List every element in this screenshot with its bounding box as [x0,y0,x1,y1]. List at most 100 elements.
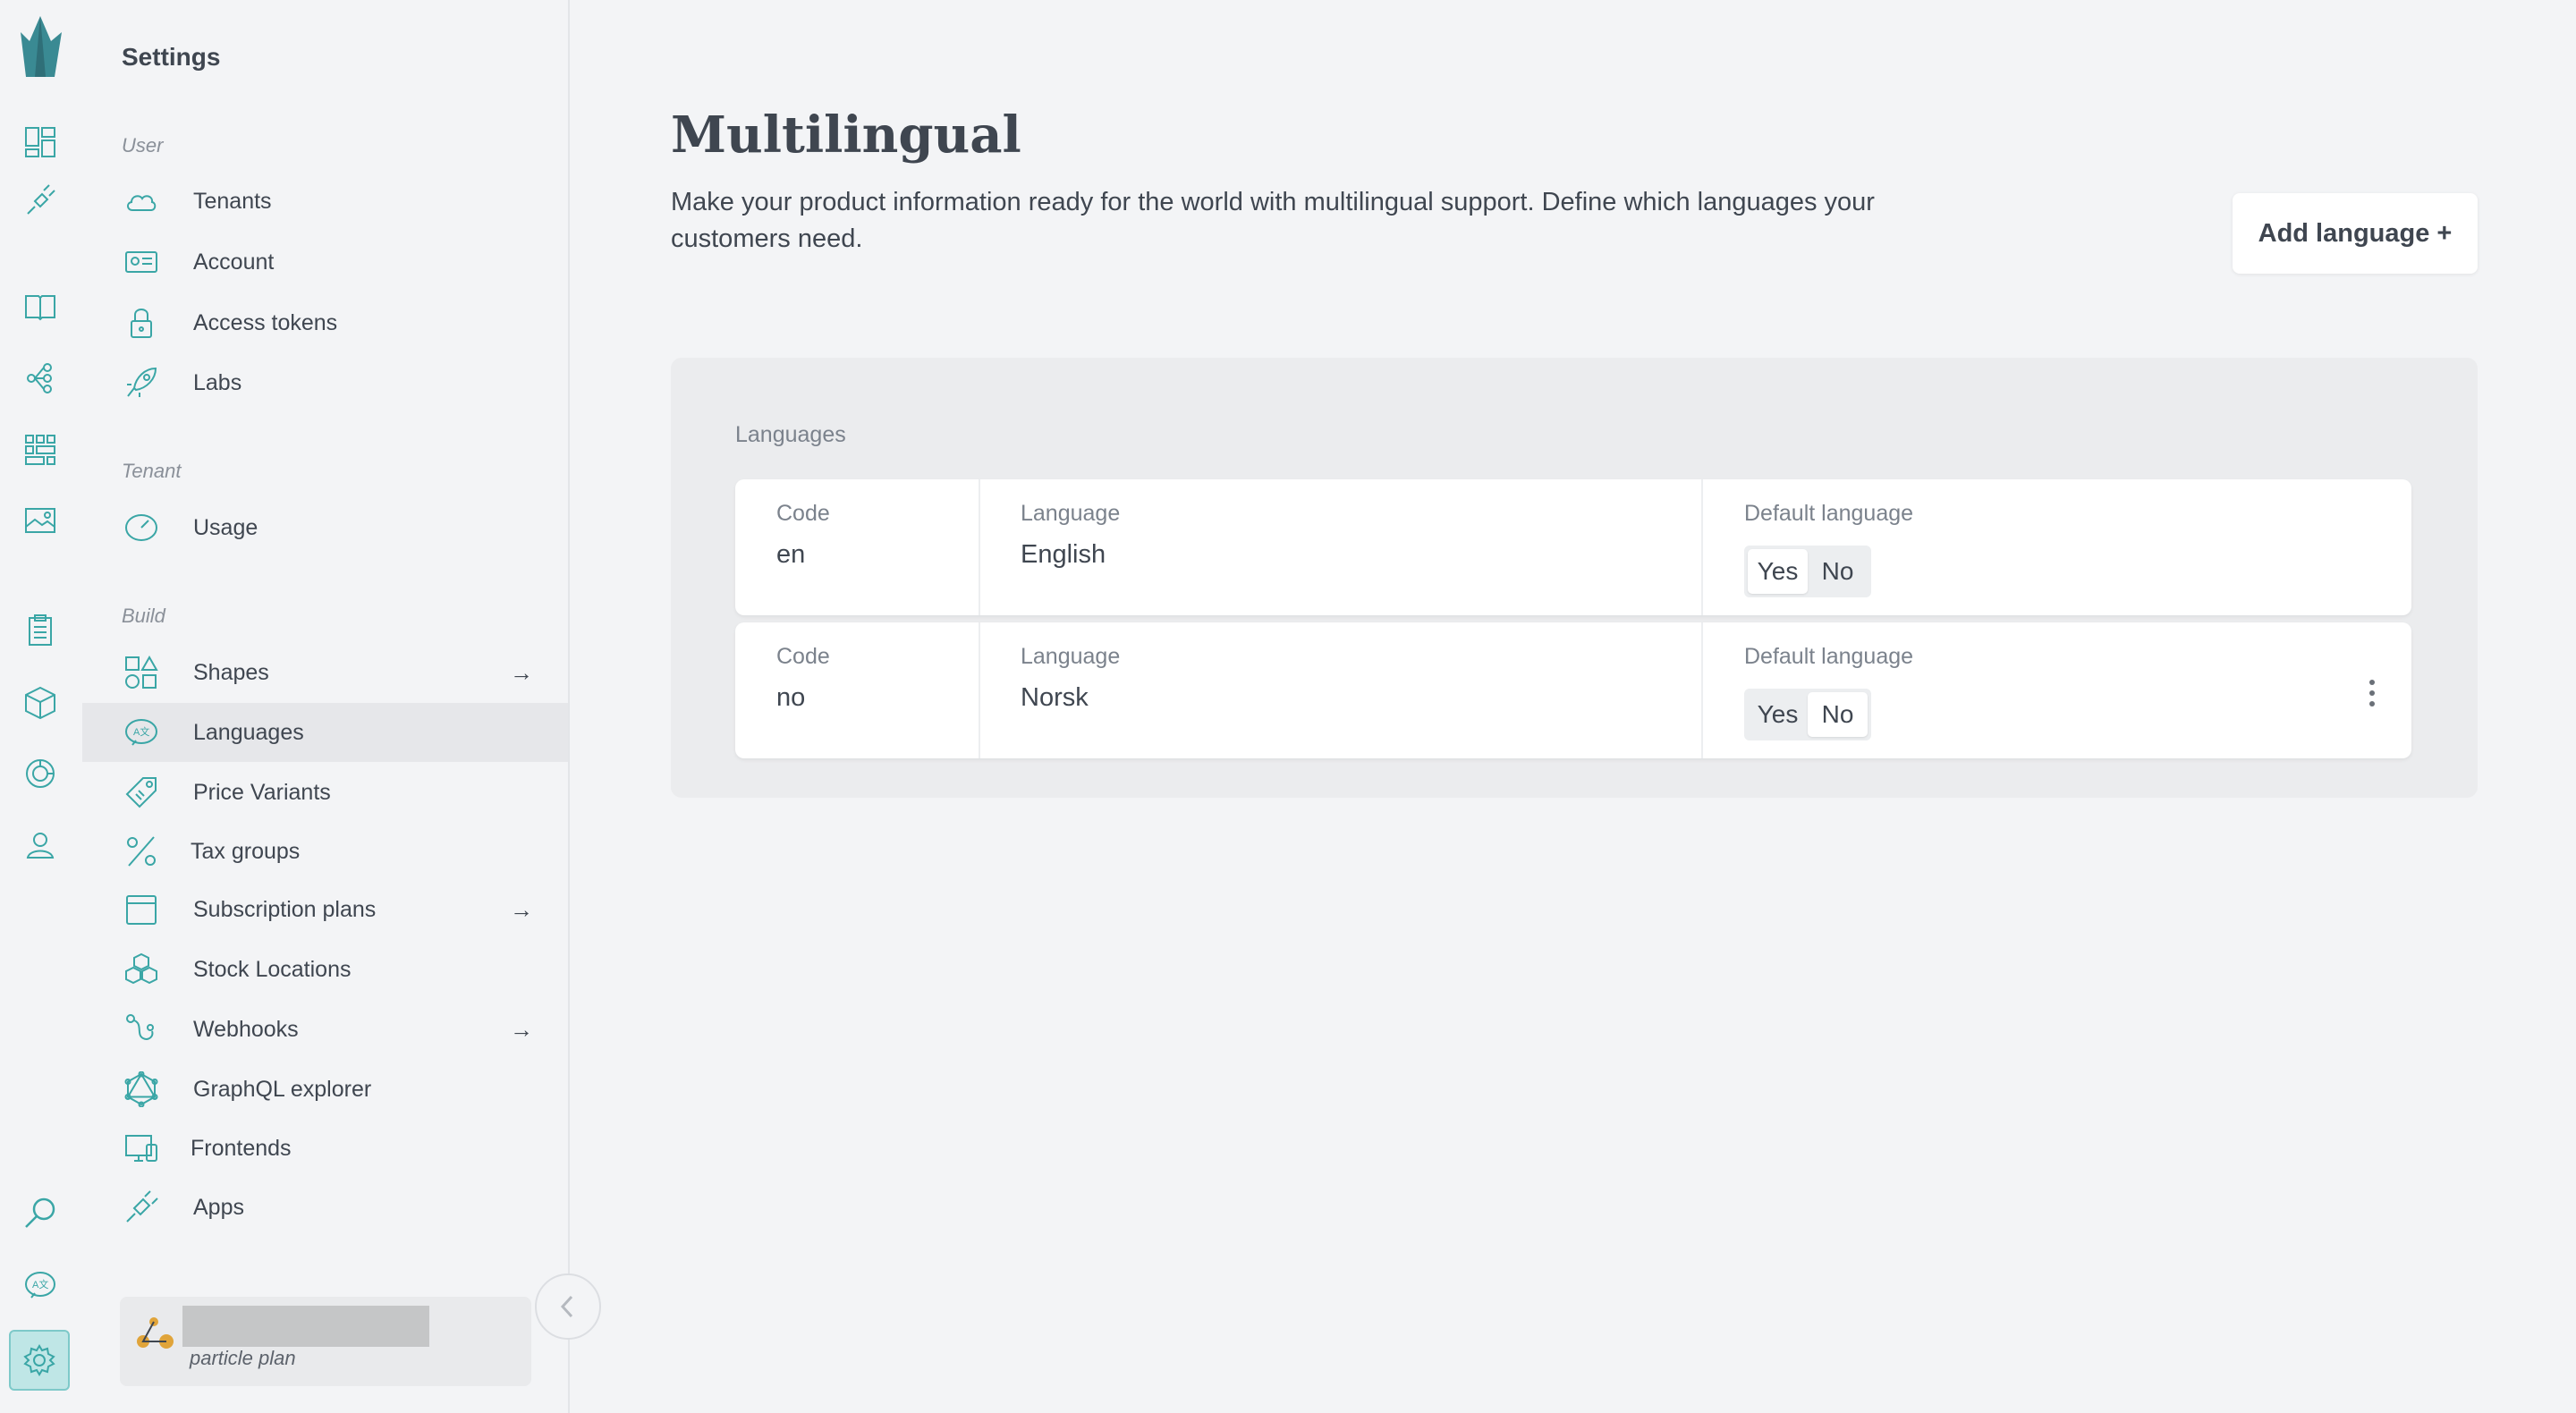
arrow-right-icon: → [510,658,533,686]
arrow-right-icon: → [510,895,533,923]
sidebar-item-shapes[interactable]: Shapes → [82,643,568,702]
default-language-label: Default language [1744,644,1914,669]
toggle-no[interactable]: No [1808,549,1868,594]
boxes-icon [122,950,161,989]
sidebar-item-account[interactable]: Account [82,233,568,292]
orders-clipboard-icon[interactable] [18,608,63,653]
sidebar-item-webhooks[interactable]: Webhooks → [82,1000,568,1059]
sidebar-item-label: Frontends [191,1135,292,1161]
gauge-icon [122,508,161,547]
column-divider [979,479,980,615]
lock-icon [122,303,161,343]
settings-gear-icon[interactable] [9,1330,70,1391]
search-icon[interactable] [18,1191,63,1236]
sidebar-item-access-tokens[interactable]: Access tokens [82,293,568,352]
page-title: Multilingual [671,106,1021,165]
language-value: English [1021,540,1106,569]
add-language-button[interactable]: Add language + [2233,193,2478,274]
topics-tree-icon[interactable] [18,356,63,401]
grid-apps-icon[interactable] [18,427,63,472]
sidebar-item-tenants[interactable]: Tenants [82,172,568,231]
languages-panel: Languages Code en Language English Defau… [671,358,2478,798]
sidebar-item-label: Languages [193,719,304,745]
group-label-user: User [122,134,164,157]
sidebar-item-subscription-plans[interactable]: Subscription plans → [82,880,568,939]
tenant-plan-card[interactable]: particle plan [120,1297,531,1386]
sidebar-item-frontends[interactable]: Frontends [82,1119,568,1178]
toggle-no[interactable]: No [1808,692,1868,737]
group-label-build: Build [122,605,165,627]
translate-icon: A文 [122,713,161,752]
price-tag-icon [122,773,161,812]
sidebar-item-label: Labs [193,369,242,395]
code-value: no [776,683,806,712]
default-language-label: Default language [1744,501,1914,526]
analytics-pie-icon[interactable] [18,751,63,796]
more-options-icon[interactable] [2363,680,2381,706]
code-value: en [776,540,806,569]
sidebar-item-label: Account [193,249,275,275]
toggle-yes[interactable]: Yes [1748,549,1808,594]
language-label: Language [1021,644,1121,669]
graphql-icon [122,1070,161,1109]
language-row: Code no Language Norsk Default language … [735,622,2411,758]
collapse-sidebar-button[interactable] [535,1273,601,1340]
arrow-right-icon: → [510,1015,533,1043]
sidebar-item-graphql-explorer[interactable]: GraphQL explorer [82,1060,568,1119]
sidebar-item-label: Tax groups [191,838,301,864]
svg-text:A文: A文 [32,1278,48,1290]
default-language-toggle: Yes No [1744,689,1871,740]
language-value: Norsk [1021,683,1089,712]
sidebar-item-label: Subscription plans [193,896,377,922]
group-label-tenant: Tenant [122,460,182,482]
svg-text:A文: A文 [133,725,149,738]
shapes-icon [122,653,161,692]
customers-icon[interactable] [18,823,63,867]
sidebar-item-price-variants[interactable]: Price Variants [82,763,568,822]
cloud-icon [122,182,161,221]
column-divider [1701,622,1703,758]
sidebar-item-usage[interactable]: Usage [82,498,568,557]
translate-icon[interactable]: A文 [18,1263,63,1307]
language-label: Language [1021,501,1121,526]
plan-subtitle: particle plan [190,1347,296,1369]
sidebar-item-label: Price Variants [193,779,331,805]
page-description: Make your product information ready for … [671,188,1875,253]
product-box-icon[interactable] [18,680,63,724]
code-label: Code [776,501,830,526]
sidebar-item-label: Shapes [193,659,269,685]
sidebar-item-label: Apps [193,1194,244,1220]
sidebar-item-labs[interactable]: Labs [82,353,568,412]
chevron-left-icon [560,1295,573,1318]
toggle-yes[interactable]: Yes [1748,692,1808,737]
id-card-icon [122,242,161,282]
plug-icon[interactable] [18,179,63,224]
sidebar-item-languages[interactable]: A文 Languages [82,703,568,762]
dashboard-icon[interactable] [18,120,63,165]
icon-rail: A文 [0,0,82,1413]
image-gallery-icon[interactable] [18,499,63,544]
column-divider [979,622,980,758]
sidebar-item-tax-groups[interactable]: Tax groups [82,822,568,881]
sidebar-item-stock-locations[interactable]: Stock Locations [82,940,568,999]
column-divider [1701,479,1703,615]
devices-icon [122,1129,161,1168]
sidebar-item-label: Usage [193,514,258,540]
percent-icon [122,832,161,871]
catalogue-book-icon[interactable] [18,284,63,329]
code-label: Code [776,644,830,669]
sidebar-item-apps[interactable]: Apps [82,1178,568,1237]
webhook-icon [122,1010,161,1049]
language-row: Code en Language English Default languag… [735,479,2411,615]
settings-sidebar: Settings User Tenants Account Access tok… [82,0,570,1413]
sidebar-item-label: Access tokens [193,309,338,335]
tenant-name-redacted [182,1306,429,1347]
sidebar-item-label: Webhooks [193,1016,299,1042]
sidebar-item-label: Tenants [193,188,272,214]
default-language-toggle: Yes No [1744,546,1871,597]
logo-icon[interactable] [13,13,68,84]
particle-plan-icon [136,1315,177,1356]
plug-icon [122,1188,161,1227]
rocket-icon [122,363,161,402]
sidebar-item-label: Stock Locations [193,956,352,982]
